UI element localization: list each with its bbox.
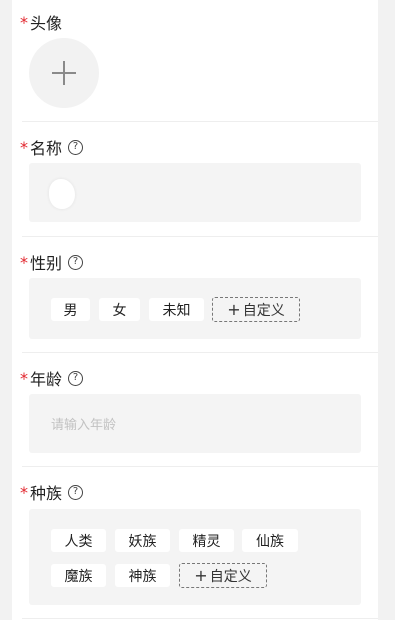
race-option-elf[interactable]: 精灵 — [179, 529, 234, 552]
gender-option-female[interactable]: 女 — [99, 298, 140, 321]
question-circle-icon[interactable]: ? — [68, 370, 84, 386]
divider — [22, 466, 378, 467]
name-label: 名称 — [30, 139, 63, 158]
form-page: * 头像 * 名称 ? * 性别 ? 男 女 未知 + 自定义 * 年龄 ? 请… — [12, 0, 378, 620]
age-label: 年龄 — [30, 370, 63, 389]
gender-options-box: 男 女 未知 + 自定义 — [29, 278, 361, 339]
divider — [22, 236, 378, 237]
required-mark: * — [20, 368, 28, 388]
question-circle-icon[interactable]: ? — [68, 139, 84, 155]
divider — [22, 352, 378, 353]
race-label-row: * 种族 ? — [20, 482, 84, 503]
custom-label: 自定义 — [242, 302, 285, 319]
race-custom-button[interactable]: + 自定义 — [179, 563, 267, 588]
avatar-label-row: * 头像 — [20, 12, 63, 34]
race-option-demon[interactable]: 妖族 — [115, 529, 170, 552]
divider — [22, 618, 378, 619]
gender-option-male[interactable]: 男 — [51, 298, 90, 321]
name-input[interactable] — [29, 163, 361, 222]
divider — [22, 121, 378, 122]
required-mark: * — [20, 137, 28, 157]
required-mark: * — [20, 482, 28, 502]
plus-icon — [52, 61, 76, 85]
required-mark: * — [20, 12, 28, 32]
race-options-box: 人类 妖族 精灵 仙族 魔族 神族 + 自定义 — [29, 509, 361, 605]
race-option-human[interactable]: 人类 — [51, 529, 106, 552]
race-option-god[interactable]: 神族 — [115, 564, 170, 587]
gender-option-unknown[interactable]: 未知 — [149, 298, 204, 321]
name-input-content — [49, 179, 75, 209]
avatar-label: 头像 — [30, 14, 63, 33]
question-circle-icon[interactable]: ? — [68, 254, 84, 270]
question-circle-icon[interactable]: ? — [68, 484, 84, 500]
age-label-row: * 年龄 ? — [20, 368, 84, 389]
gender-label-row: * 性别 ? — [20, 252, 84, 273]
age-placeholder: 请输入年龄 — [51, 418, 117, 433]
plus-icon: + — [194, 565, 208, 585]
gender-label: 性别 — [30, 254, 63, 273]
custom-label: 自定义 — [209, 568, 252, 585]
age-input[interactable]: 请输入年龄 — [29, 394, 361, 453]
required-mark: * — [20, 252, 28, 272]
plus-icon: + — [227, 299, 241, 319]
name-label-row: * 名称 ? — [20, 137, 84, 158]
gender-custom-button[interactable]: + 自定义 — [212, 297, 300, 322]
race-option-fiend[interactable]: 魔族 — [51, 564, 106, 587]
race-label: 种族 — [30, 484, 63, 503]
avatar-upload-button[interactable] — [29, 38, 99, 108]
race-option-immortal[interactable]: 仙族 — [242, 529, 298, 552]
